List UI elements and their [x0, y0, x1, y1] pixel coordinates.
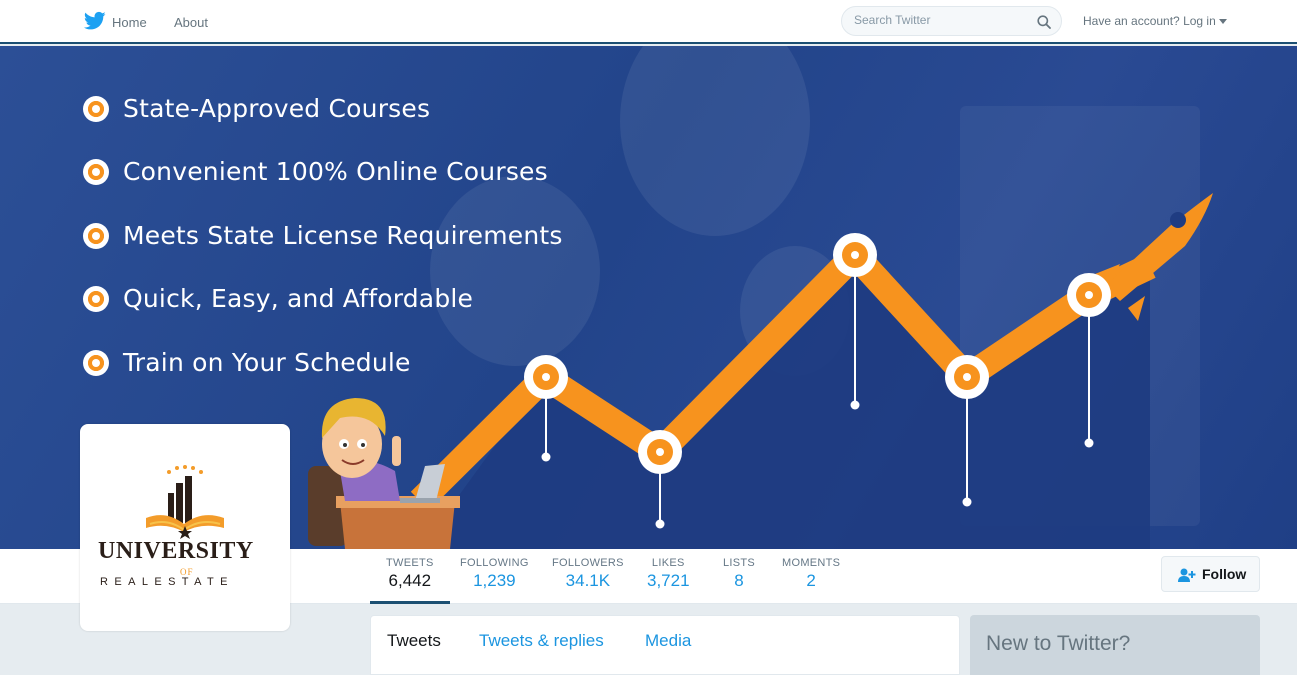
nav-home-link[interactable]: Home — [112, 15, 147, 30]
chevron-down-icon — [1218, 19, 1227, 25]
stat-label: FOLLOWING — [460, 557, 529, 569]
profile-avatar[interactable]: UNIVERSITY OF REALESTATE — [80, 424, 290, 631]
tab-tweets[interactable]: Tweets — [387, 631, 441, 651]
feature-bullet-text: Train on Your Schedule — [123, 348, 411, 377]
search-box — [841, 6, 1062, 36]
stat-following[interactable]: FOLLOWING 1,239 — [460, 557, 529, 591]
logo-title: UNIVERSITY — [98, 538, 254, 564]
feature-bullet-text: State-Approved Courses — [123, 94, 431, 123]
search-icon[interactable] — [1037, 15, 1051, 29]
building-icon — [168, 476, 192, 523]
stat-lists[interactable]: LISTS 8 — [723, 557, 755, 591]
stat-value: 2 — [806, 571, 816, 590]
stat-value: 3,721 — [647, 571, 690, 590]
stat-label: TWEETS — [386, 557, 434, 569]
follow-button[interactable]: Follow — [1161, 556, 1260, 592]
timeline-tabs: Tweets Tweets & replies Media — [370, 615, 960, 675]
stat-label: FOLLOWERS — [552, 557, 624, 569]
cartoon-mascot-illustration — [308, 398, 460, 549]
stat-tweets[interactable]: TWEETS 6,442 — [370, 557, 450, 604]
feature-bullet-text: Quick, Easy, and Affordable — [123, 284, 474, 313]
login-menu[interactable]: Have an account? Log in — [1083, 14, 1227, 28]
stat-label: LISTS — [723, 557, 756, 569]
feature-bullet-text: Meets State License Requirements — [123, 221, 563, 250]
bullet-circle-icon — [83, 96, 109, 122]
stat-label: LIKES — [651, 557, 685, 569]
stat-value: 1,239 — [473, 571, 516, 590]
follow-label: Follow — [1202, 566, 1247, 582]
twitter-bird-icon[interactable] — [84, 11, 106, 31]
add-user-icon — [1178, 568, 1196, 582]
signup-module: New to Twitter? — [970, 615, 1260, 675]
tab-media[interactable]: Media — [645, 631, 691, 651]
bullet-circle-icon — [83, 223, 109, 249]
bullet-circle-icon — [83, 286, 109, 312]
stat-likes[interactable]: LIKES 3,721 — [647, 557, 690, 591]
stat-value: 6,442 — [388, 571, 432, 590]
stat-value: 34.1K — [565, 571, 611, 590]
bullet-circle-icon — [83, 159, 109, 185]
tab-tweets-replies[interactable]: Tweets & replies — [479, 631, 604, 651]
stat-moments[interactable]: MOMENTS 2 — [782, 557, 840, 591]
nav-about-link[interactable]: About — [174, 15, 208, 30]
logo-subtitle: REALESTATE — [100, 576, 234, 588]
bullet-circle-icon — [83, 350, 109, 376]
login-label: Have an account? Log in — [1083, 14, 1216, 28]
search-input[interactable] — [854, 13, 1034, 27]
university-logo-graphic — [146, 465, 224, 539]
star-icon — [167, 465, 203, 474]
signup-module-title: New to Twitter? — [986, 632, 1131, 655]
top-nav: Home About Have an account? Log in — [0, 0, 1297, 44]
stat-label: MOMENTS — [782, 557, 841, 569]
stat-followers[interactable]: FOLLOWERS 34.1K — [552, 557, 624, 591]
stat-value: 8 — [734, 571, 744, 590]
feature-bullet-text: Convenient 100% Online Courses — [123, 157, 548, 186]
